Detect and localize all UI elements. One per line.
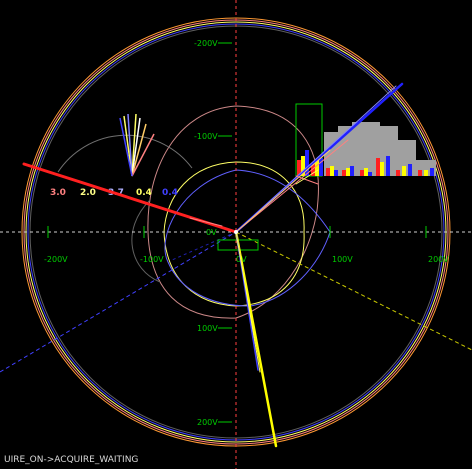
vector-scope-display: -200V -100V 100V 200V -200V -100V 100V 2…	[0, 0, 472, 469]
label-y-pos100: 100V	[197, 324, 218, 333]
inner-rings	[131, 105, 331, 319]
label-x-neg100: -100V	[140, 255, 164, 264]
fan-gauge: 3.0 2.0 3.7 0.4 0.4	[50, 113, 193, 198]
fan-value-5: 0.4	[162, 188, 178, 198]
label-y-neg200: -200V	[194, 39, 218, 48]
label-y-pos200: 200V	[197, 418, 218, 427]
label-x-neg200: -200V	[44, 255, 68, 264]
status-bar: UIRE_ON->ACQUIRE_WAITING	[4, 455, 139, 465]
label-x-pos100: 100V	[332, 255, 353, 264]
fan-value-1: 3.0	[50, 188, 66, 198]
label-x-pos200: 200V	[428, 255, 449, 264]
fan-value-4: 0.4	[136, 188, 152, 198]
label-center-x: 0V	[206, 228, 217, 237]
label-y-neg100: -100V	[194, 132, 218, 141]
fan-value-2: 2.0	[80, 188, 96, 198]
center-marker	[234, 230, 238, 234]
